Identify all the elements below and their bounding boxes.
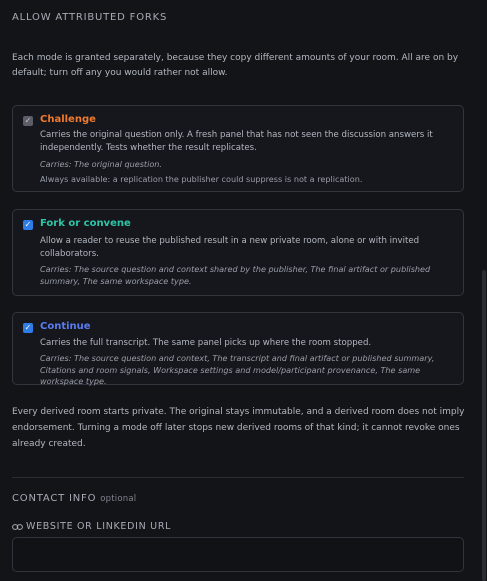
challenge-checkbox[interactable]: ✓	[23, 116, 33, 126]
optional-tag: optional	[100, 494, 137, 504]
challenge-title: Challenge	[40, 114, 96, 125]
mode-card-fork-or-convene: ✓ Fork or convene Allow a reader to reus…	[12, 209, 464, 296]
mode-card-continue: ✓ Continue Carries the full transcript. …	[12, 312, 464, 386]
fork-or-convene-carries: Carries: The source question and context…	[40, 264, 431, 286]
fork-or-convene-checkbox[interactable]: ✓	[23, 220, 33, 230]
mode-card-challenge: ✓ Challenge Carries the original questio…	[12, 105, 464, 192]
continue-title: Continue	[40, 321, 91, 332]
derived-room-footnote: Every derived room starts private. The o…	[12, 407, 465, 449]
link-icon	[12, 523, 23, 531]
website-url-input[interactable]	[12, 537, 464, 572]
scrollbar-track[interactable]	[481, 0, 487, 581]
website-url-label-text: WEBSITE OR LINKEDIN URL	[26, 521, 172, 532]
contact-info-heading: CONTACT INFO optional	[12, 493, 136, 504]
continue-carries: Carries: The source question and context…	[40, 353, 435, 386]
fork-settings-page: ALLOW ATTRIBUTED FORKS Each mode is gran…	[0, 0, 487, 581]
section-divider	[12, 477, 464, 478]
challenge-description: Carries the original question only. A fr…	[40, 130, 433, 153]
challenge-availability-note: Always available: a replication the publ…	[40, 174, 363, 184]
fork-or-convene-title: Fork or convene	[40, 218, 131, 229]
website-url-label: WEBSITE OR LINKEDIN URL	[12, 521, 171, 532]
scrollbar-thumb[interactable]	[482, 270, 486, 581]
continue-description: Carries the full transcript. The same pa…	[40, 338, 372, 348]
continue-checkbox[interactable]: ✓	[23, 323, 33, 333]
fork-or-convene-description: Allow a reader to reuse the published re…	[40, 236, 420, 259]
challenge-carries: Carries: The original question.	[40, 159, 163, 169]
allow-forks-heading: ALLOW ATTRIBUTED FORKS	[12, 12, 168, 23]
forks-intro-text: Each mode is granted separately, because…	[12, 53, 459, 78]
contact-info-title: CONTACT INFO	[12, 493, 97, 504]
